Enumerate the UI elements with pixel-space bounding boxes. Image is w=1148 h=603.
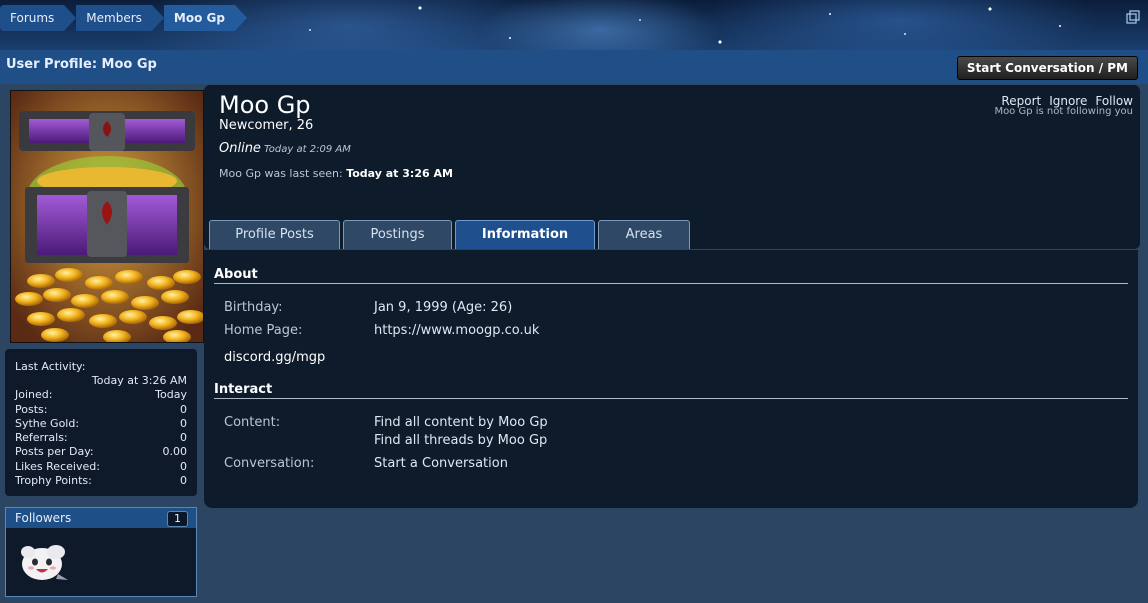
user-avatar[interactable] <box>10 90 204 343</box>
breadcrumb-current[interactable]: Moo Gp <box>163 5 248 31</box>
homepage-label: Home Page: <box>224 323 303 338</box>
stat-value: 0 <box>180 474 187 487</box>
stat-label: Trophy Points: <box>15 474 92 487</box>
birthday-label: Birthday: <box>224 300 283 315</box>
last-seen-value: Today at 3:26 AM <box>346 167 453 180</box>
status-time: Today at 2:09 AM <box>263 144 351 155</box>
popout-icon[interactable] <box>1126 10 1140 24</box>
find-all-content-link[interactable]: Find all content by Moo Gp <box>374 415 548 430</box>
last-seen: Moo Gp was last seen: Today at 3:26 AM <box>219 167 453 180</box>
stat-label: Joined: <box>15 388 53 401</box>
profile-tabs: Profile Posts Postings Information Areas <box>209 220 693 249</box>
start-conversation-link[interactable]: Start a Conversation <box>374 456 508 471</box>
homepage-link[interactable]: https://www.moogp.co.uk <box>374 323 539 338</box>
stat-label: Likes Received: <box>15 460 100 473</box>
stat-value: 0 <box>180 403 187 416</box>
conversation-label: Conversation: <box>224 456 315 471</box>
stat-last-activity-value: Today at 3:26 AM <box>91 374 187 387</box>
page-title: User Profile: Moo Gp <box>6 57 157 72</box>
tab-postings[interactable]: Postings <box>343 220 452 249</box>
stat-value: 0 <box>180 460 187 473</box>
start-conversation-button[interactable]: Start Conversation / PM <box>956 56 1138 80</box>
interact-divider <box>214 398 1128 399</box>
information-panel: About Birthday: Jan 9, 1999 (Age: 26) Ho… <box>204 250 1138 508</box>
about-divider <box>214 283 1128 284</box>
birthday-value: Jan 9, 1999 (Age: 26) <box>374 300 513 315</box>
followers-count-badge: 1 <box>167 511 188 527</box>
followers-label: Followers <box>15 511 72 525</box>
content-label: Content: <box>224 415 281 430</box>
title-bar: User Profile: Moo Gp Start Conversation … <box>0 50 1148 84</box>
follower-avatar[interactable] <box>18 538 72 586</box>
stat-label: Referrals: <box>15 431 68 444</box>
followers-box: Followers 1 <box>5 507 197 597</box>
stat-row: Referrals: 0 <box>15 431 187 444</box>
stat-label: Sythe Gold: <box>15 417 80 430</box>
find-all-threads-link[interactable]: Find all threads by Moo Gp <box>374 433 547 448</box>
tab-areas[interactable]: Areas <box>598 220 690 249</box>
stat-value: 0 <box>180 431 187 444</box>
interact-heading: Interact <box>214 382 273 397</box>
stat-row: Posts: 0 <box>15 403 187 416</box>
stat-value: 0.00 <box>162 445 188 458</box>
stat-label: Posts: <box>15 403 48 416</box>
about-extra-text: discord.gg/mgp <box>224 350 326 365</box>
status-text: Online <box>219 141 261 156</box>
followers-header[interactable]: Followers 1 <box>6 508 196 528</box>
profile-user-title: Newcomer, 26 <box>219 118 314 133</box>
about-heading: About <box>214 267 258 282</box>
stat-row: Joined: Today <box>15 388 187 401</box>
breadcrumb: Forums Members Moo Gp <box>0 5 248 31</box>
stat-row: Likes Received: 0 <box>15 460 187 473</box>
user-stats: Last Activity: Today at 3:26 AM Joined: T… <box>5 349 197 496</box>
tab-information[interactable]: Information <box>455 220 595 249</box>
tab-profile-posts[interactable]: Profile Posts <box>209 220 340 249</box>
stat-row: Trophy Points: 0 <box>15 474 187 487</box>
breadcrumb-forums[interactable]: Forums <box>0 5 77 31</box>
last-seen-label: Moo Gp was last seen: <box>219 167 343 180</box>
stat-row: Sythe Gold: 0 <box>15 417 187 430</box>
follow-status: Moo Gp is not following you <box>994 106 1133 117</box>
profile-online-status: Online Today at 2:09 AM <box>219 141 351 156</box>
stat-value: Today <box>155 388 187 401</box>
stat-label: Posts per Day: <box>15 445 94 458</box>
breadcrumb-members[interactable]: Members <box>76 5 164 31</box>
stat-last-activity-label: Last Activity: <box>15 360 86 373</box>
stat-row: Posts per Day: 0.00 <box>15 445 187 458</box>
profile-username: Moo Gp <box>219 91 311 119</box>
stat-value: 0 <box>180 417 187 430</box>
